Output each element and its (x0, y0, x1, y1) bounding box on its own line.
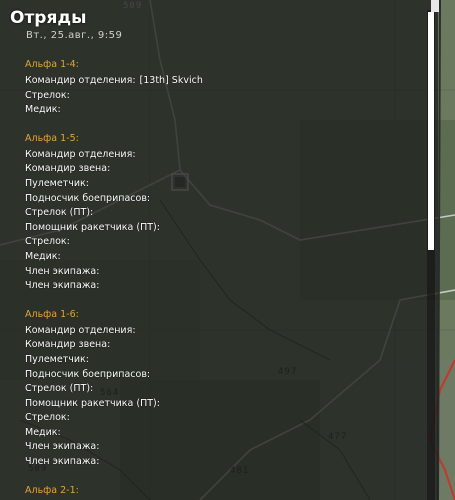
squad-group: Альфа 1-4: Командир отделения: [13th] Skv… (25, 58, 420, 118)
squad-list: Альфа 1-4: Командир отделения: [13th] Skv… (25, 58, 420, 500)
role-label: Командир звена: (25, 339, 111, 351)
squad-group: Альфа 2-1: (25, 484, 420, 497)
role-label: Командир отделения: (25, 148, 136, 160)
squad-role-row[interactable]: Командир звена: (25, 162, 420, 177)
squad-role-row[interactable]: Стрелок: (25, 411, 420, 426)
role-label: Медик: (25, 104, 61, 116)
squad-role-row[interactable]: Подносчик боеприпасов: (25, 368, 420, 383)
role-label: Член экипажа: (25, 280, 100, 292)
role-label: Член экипажа: (25, 456, 100, 468)
squad-role-row[interactable]: Член экипажа: (25, 279, 420, 294)
role-label: Стрелок: (25, 412, 70, 424)
squad-role-row[interactable]: Помощник ракетчика (ПТ): (25, 221, 420, 236)
role-label: Помощник ракетчика (ПТ): (25, 397, 160, 409)
squad-group: Альфа 1-5: Командир отделения: Командир … (25, 132, 420, 294)
role-label: Командир отделения: (25, 75, 136, 86)
squad-role-row[interactable]: Член экипажа: (25, 455, 420, 470)
squad-role-row[interactable]: Командир звена: (25, 338, 420, 353)
squad-role-row[interactable]: Стрелок (ПТ): (25, 382, 420, 397)
role-label: Пулеметчик: (25, 353, 89, 365)
role-label: Член экипажа: (25, 441, 100, 453)
panel-title: Отряды (10, 8, 87, 28)
squad-role-row[interactable]: Член экипажа: (25, 440, 420, 455)
scrollbar-thumb[interactable] (428, 12, 434, 250)
squad-role-row[interactable]: Пулеметчик: (25, 353, 420, 368)
squad-role-row[interactable]: Командир отделения: (25, 324, 420, 339)
squad-role-row[interactable]: Командир отделения: (25, 148, 420, 163)
role-label: Подносчик боеприпасов: (25, 368, 151, 380)
date-time: Вт., 25.авг., 9:59 (26, 30, 123, 41)
squad-role-row[interactable]: Стрелок: (25, 89, 420, 104)
role-label: Стрелок: (25, 236, 70, 248)
squad-name[interactable]: Альфа 1-4: (25, 58, 420, 71)
role-label: Стрелок: (25, 89, 70, 101)
role-label: Командир отделения: (25, 324, 136, 336)
squad-role-row[interactable]: Пулеметчик: (25, 177, 420, 192)
squad-role-row[interactable]: Стрелок (ПТ): (25, 206, 420, 221)
role-label: Стрелок (ПТ): (25, 207, 94, 219)
player-name: [13th] Skvich (139, 75, 203, 86)
squad-role-row[interactable]: Подносчик боеприпасов: (25, 192, 420, 207)
squad-role-row[interactable]: Стрелок: (25, 235, 420, 250)
scrollbar[interactable] (427, 10, 435, 500)
squad-name[interactable]: Альфа 2-1: (25, 484, 420, 497)
squad-role-row[interactable]: Член экипажа: (25, 265, 420, 280)
squad-role-row[interactable]: Командир отделения: [13th] Skvich (25, 74, 420, 89)
squad-role-row[interactable]: Помощник ракетчика (ПТ): (25, 397, 420, 412)
squad-group: Альфа 1-6: Командир отделения: Командир … (25, 308, 420, 470)
role-label: Помощник ракетчика (ПТ): (25, 221, 160, 233)
squad-name[interactable]: Альфа 1-5: (25, 132, 420, 145)
role-label: Пулеметчик: (25, 177, 89, 189)
role-label: Медик: (25, 250, 61, 262)
role-label: Член экипажа: (25, 265, 100, 277)
role-label: Стрелок (ПТ): (25, 383, 94, 395)
squad-role-row[interactable]: Медик: (25, 103, 420, 118)
squad-role-row[interactable]: Медик: (25, 426, 420, 441)
close-button[interactable] (431, 0, 439, 12)
role-label: Командир звена: (25, 163, 111, 175)
role-label: Подносчик боеприпасов: (25, 192, 151, 204)
squads-panel: Отряды Вт., 25.авг., 9:59 Альфа 1-4: Ком… (0, 0, 438, 500)
squad-name[interactable]: Альфа 1-6: (25, 308, 420, 321)
role-label: Медик: (25, 426, 61, 438)
squad-role-row[interactable]: Медик: (25, 250, 420, 265)
